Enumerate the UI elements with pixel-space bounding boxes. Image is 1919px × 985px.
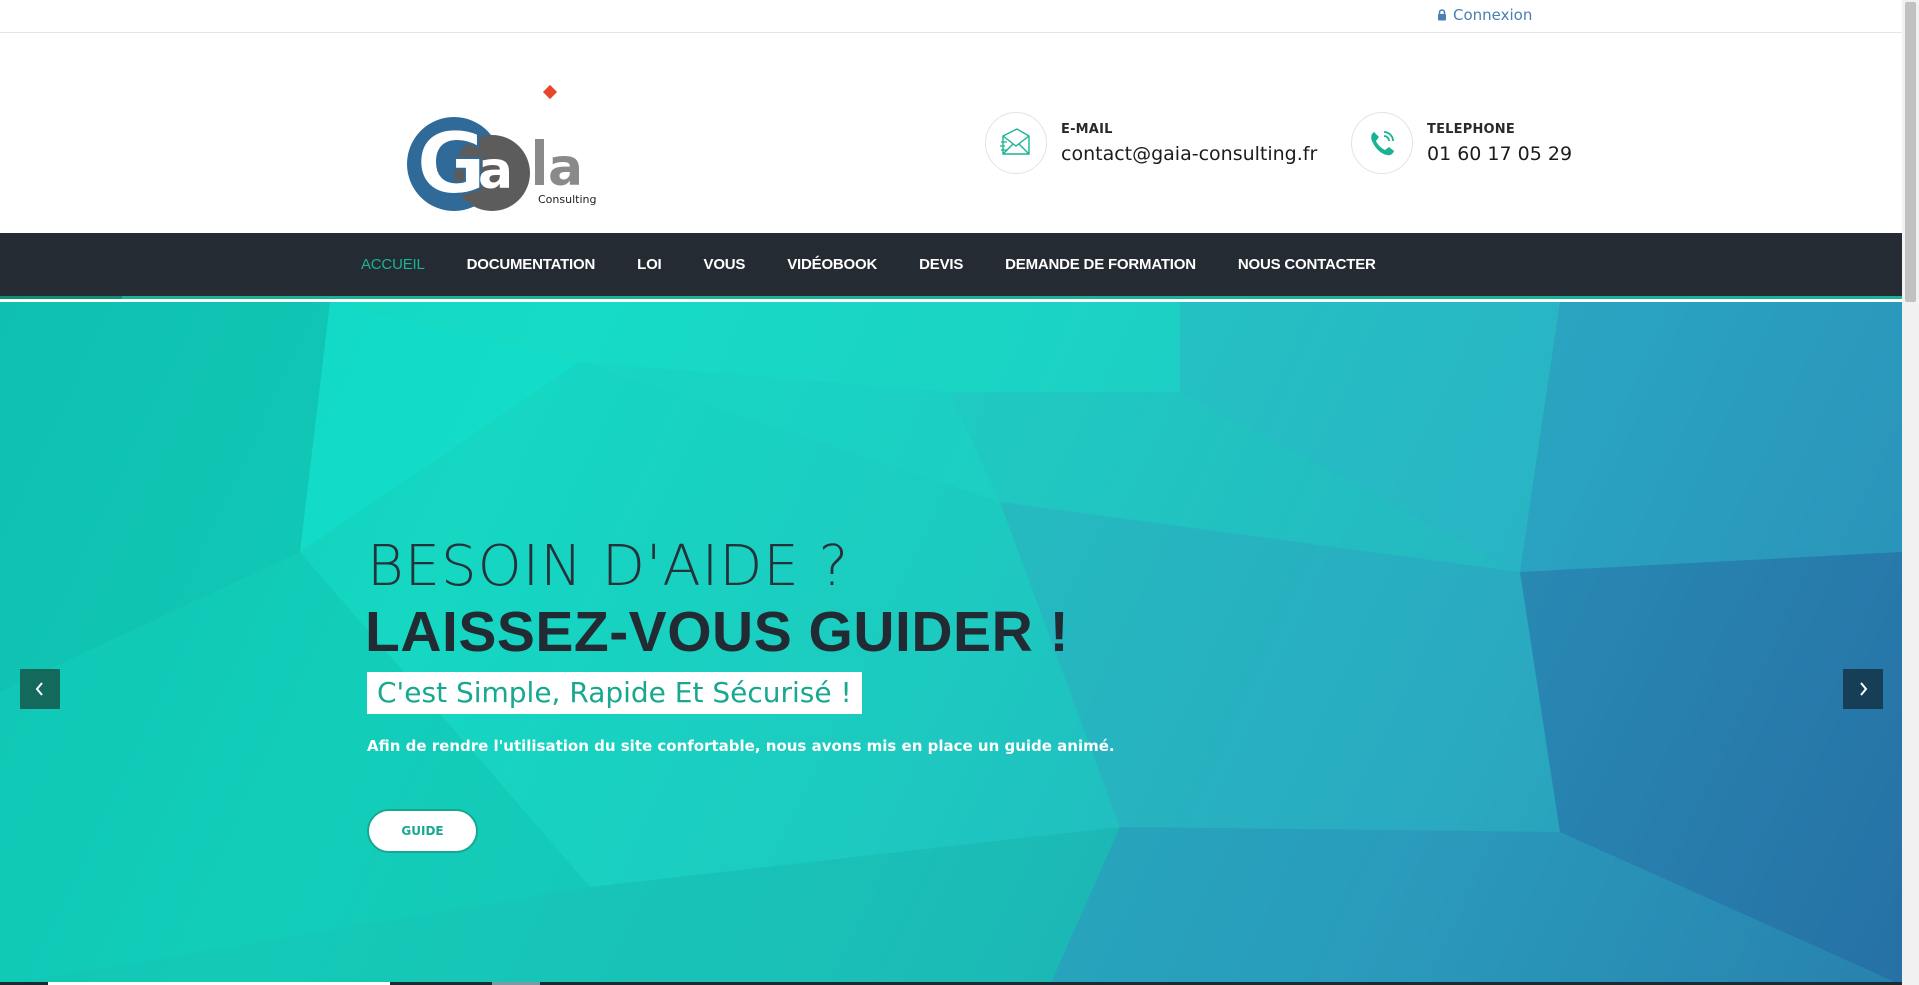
hero-slider: BESOIN D'AIDE ? LAISSEZ-VOUS GUIDER ! C'… bbox=[0, 302, 1902, 985]
chevron-right-icon bbox=[1860, 682, 1868, 696]
svg-text:a: a bbox=[548, 138, 583, 198]
svg-text:a: a bbox=[478, 141, 513, 201]
nav-items: ACCUEIL DOCUMENTATION LOI VOUS VIDÉOBOOK… bbox=[361, 233, 1418, 296]
main-navigation: ACCUEIL DOCUMENTATION LOI VOUS VIDÉOBOOK… bbox=[0, 233, 1902, 299]
guide-button[interactable]: GUIDE bbox=[367, 809, 478, 853]
chevron-left-icon bbox=[35, 682, 43, 696]
scrollbar-thumb[interactable] bbox=[1905, 2, 1916, 302]
page-scrollbar[interactable] bbox=[1902, 0, 1919, 985]
slider-prev-button[interactable] bbox=[20, 669, 60, 709]
hero-title-line-2: LAISSEZ-VOUS GUIDER ! bbox=[365, 600, 1070, 664]
phone-label: TELEPHONE bbox=[1427, 121, 1515, 137]
email-contact-block: E-MAIL contact@gaia-consulting.fr bbox=[985, 112, 1317, 174]
top-utility-bar: Connexion bbox=[0, 0, 1902, 33]
email-label: E-MAIL bbox=[1061, 121, 1113, 137]
nav-item-nous-contacter[interactable]: NOUS CONTACTER bbox=[1238, 256, 1376, 273]
nav-item-documentation[interactable]: DOCUMENTATION bbox=[467, 256, 596, 273]
phone-contact-block: TELEPHONE 01 60 17 05 29 bbox=[1351, 112, 1572, 174]
login-label[interactable]: Connexion bbox=[1453, 6, 1532, 24]
nav-item-vous[interactable]: VOUS bbox=[704, 256, 746, 273]
phone-value[interactable]: 01 60 17 05 29 bbox=[1427, 143, 1572, 165]
nav-item-loi[interactable]: LOI bbox=[637, 256, 662, 273]
lock-icon bbox=[1437, 9, 1447, 21]
email-value[interactable]: contact@gaia-consulting.fr bbox=[1061, 143, 1317, 165]
phone-icon bbox=[1351, 112, 1413, 174]
svg-text:G: G bbox=[416, 114, 487, 213]
nav-underline-indicator bbox=[0, 296, 122, 299]
nav-item-accueil[interactable]: ACCUEIL bbox=[361, 256, 425, 273]
hero-title-line-1: BESOIN D'AIDE ? bbox=[367, 534, 850, 599]
slider-next-button[interactable] bbox=[1843, 669, 1883, 709]
hero-highlight-text: C'est Simple, Rapide Et Sécurisé ! bbox=[367, 672, 862, 714]
login-link[interactable]: Connexion bbox=[1437, 5, 1532, 25]
nav-item-videobook[interactable]: VIDÉOBOOK bbox=[787, 256, 877, 273]
svg-text:Consulting: Consulting bbox=[538, 193, 596, 206]
nav-item-demande-de-formation[interactable]: DEMANDE DE FORMATION bbox=[1005, 256, 1196, 273]
envelope-icon bbox=[985, 112, 1047, 174]
nav-item-devis[interactable]: DEVIS bbox=[919, 256, 963, 273]
site-header: G a a Consulting E-MAIL contact@gaia-con… bbox=[0, 33, 1902, 233]
hero-description: Afin de rendre l'utilisation du site con… bbox=[367, 737, 1115, 755]
gaia-consulting-logo[interactable]: G a a Consulting bbox=[396, 81, 606, 215]
